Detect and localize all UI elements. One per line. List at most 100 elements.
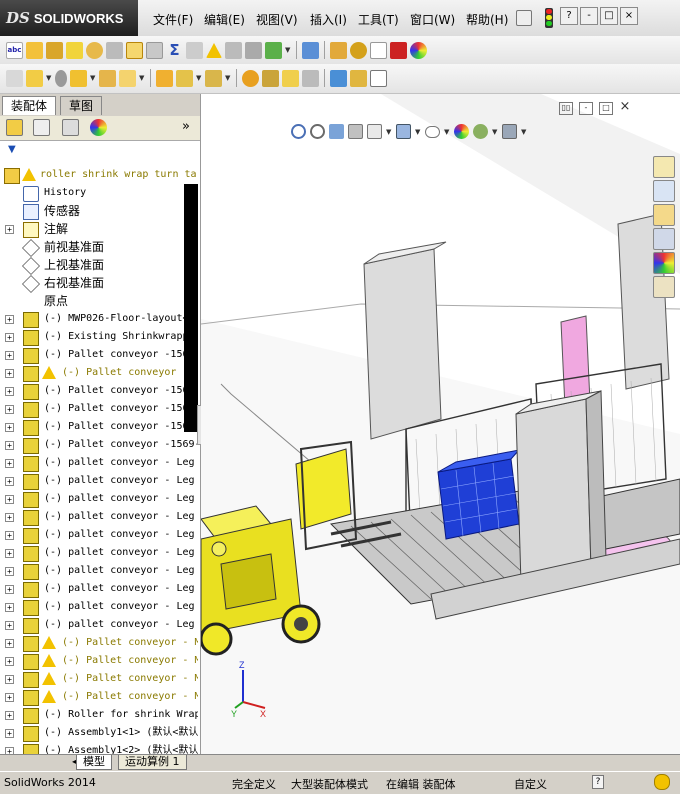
exploded-line-icon[interactable] — [282, 69, 299, 87]
section-properties-icon[interactable] — [66, 41, 83, 59]
tree-item[interactable]: 前视基准面 — [0, 238, 198, 258]
instant3d-icon[interactable] — [302, 69, 319, 87]
edit-appearance-icon[interactable] — [454, 124, 469, 139]
statistics-icon[interactable] — [106, 41, 123, 59]
status-help-button[interactable]: ? — [592, 775, 604, 789]
tree-item[interactable]: + (-) Pallet conveyor -1569- — [0, 346, 198, 364]
tree-item[interactable]: + (-) Existing Shrinkwrapper — [0, 328, 198, 346]
insert-component-icon[interactable] — [6, 69, 23, 87]
tree-item[interactable]: + 注解 — [0, 220, 198, 238]
expand-toggle-icon[interactable]: + — [5, 423, 14, 432]
tree-item[interactable]: + (-) Pallet conveyor -1569- — [0, 436, 198, 454]
tree-item[interactable]: + (-) pallet conveyor - Leg — [0, 490, 198, 508]
tree-item[interactable]: + (-) Pallet conveyor - M — [0, 688, 198, 706]
menu-edit[interactable]: 编辑(E) — [204, 11, 245, 28]
tree-item[interactable]: 传感器 — [0, 202, 198, 220]
spell-check-icon[interactable]: abc — [6, 41, 23, 59]
restore-button[interactable]: □ — [600, 7, 618, 25]
filter-icon[interactable]: ▼ — [8, 144, 16, 155]
tree-item[interactable]: + (-) Pallet conveyor - M — [0, 364, 198, 382]
chevron-down-icon[interactable]: ▼ — [90, 74, 96, 82]
expand-toggle-icon[interactable]: + — [5, 459, 14, 468]
custom-properties-icon[interactable] — [653, 276, 675, 298]
solidworks-logo[interactable]: DS SOLIDWORKS — [0, 0, 138, 36]
chevron-down-icon[interactable]: ▼ — [196, 74, 202, 82]
snapshot-icon[interactable] — [370, 69, 387, 87]
hole-alignment-icon[interactable] — [265, 41, 282, 59]
expand-toggle-icon[interactable]: + — [5, 477, 14, 486]
expand-toggle-icon[interactable]: + — [5, 729, 14, 738]
key-icon[interactable] — [654, 774, 670, 790]
expand-toggle-icon[interactable]: + — [5, 369, 14, 378]
display-style-icon[interactable] — [396, 124, 411, 139]
new-motion-study-icon[interactable] — [242, 69, 259, 87]
help-button[interactable]: ? — [560, 7, 578, 25]
chevron-down-icon[interactable]: ▼ — [521, 128, 527, 136]
view-restore-button[interactable]: □ — [599, 102, 613, 115]
menu-file[interactable]: 文件(F) — [153, 11, 193, 28]
menu-view[interactable]: 视图(V) — [256, 11, 298, 28]
tree-item[interactable]: History — [0, 184, 198, 202]
expand-toggle-icon[interactable]: + — [5, 711, 14, 720]
tree-item[interactable]: + (-) Pallet conveyor - M — [0, 634, 198, 652]
expand-toggle-icon[interactable]: + — [5, 585, 14, 594]
menu-insert[interactable]: 插入(I) — [310, 11, 347, 28]
expand-toggle-icon[interactable]: + — [5, 513, 14, 522]
geometry-analysis-icon[interactable] — [186, 41, 203, 59]
expand-toggle-icon[interactable]: + — [5, 333, 14, 342]
property-manager-icon[interactable] — [33, 119, 50, 136]
tree-item[interactable]: roller shrink wrap turn ta — [0, 166, 198, 184]
feature-manager-icon[interactable] — [6, 119, 23, 136]
tree-item[interactable]: + (-) Pallet conveyor -1569- — [0, 418, 198, 436]
apply-scene-icon[interactable] — [473, 124, 488, 139]
mass-properties-icon[interactable] — [46, 41, 63, 59]
mate-icon[interactable] — [302, 41, 319, 59]
large-assembly-icon[interactable] — [330, 69, 347, 87]
smart-fasteners-icon[interactable] — [330, 41, 347, 59]
expand-toggle-icon[interactable]: + — [5, 531, 14, 540]
chevron-down-icon[interactable]: ▼ — [386, 128, 392, 136]
tree-item[interactable]: + (-) Pallet conveyor -1569- — [0, 400, 198, 418]
warning-icon[interactable] — [206, 42, 222, 58]
previous-view-icon[interactable] — [329, 124, 344, 139]
view-settings-icon[interactable] — [502, 124, 517, 139]
tile-view-button[interactable]: ▯▯ — [559, 102, 573, 115]
tree-item[interactable]: + (-) pallet conveyor - Leg — [0, 508, 198, 526]
clearance-icon[interactable] — [245, 41, 262, 59]
tab-model[interactable]: 模型 — [76, 755, 112, 770]
status-custom-units[interactable]: 自定义 — [514, 776, 547, 792]
chevron-down-icon[interactable]: ▼ — [285, 46, 291, 54]
tree-item[interactable]: + (-) Assembly1<1> (默认<默认 — [0, 724, 198, 742]
tab-assembly[interactable]: 装配体 — [2, 96, 57, 115]
tree-item[interactable]: + (-) MWP026-Floor-layout<1> — [0, 310, 198, 328]
close-button[interactable]: × — [620, 7, 638, 25]
tree-item[interactable]: 原点 — [0, 292, 198, 310]
component-pattern-icon[interactable] — [70, 69, 87, 87]
tree-item[interactable]: + (-) Pallet conveyor -1569- — [0, 382, 198, 400]
minimize-button[interactable]: - — [580, 7, 598, 25]
tree-item[interactable]: + (-) pallet conveyor - Leg — [0, 580, 198, 598]
menu-window[interactable]: 窗口(W) — [410, 11, 455, 28]
expand-toggle-icon[interactable]: + — [5, 315, 14, 324]
tree-item[interactable]: + (-) pallet conveyor - Leg — [0, 544, 198, 562]
chevron-down-icon[interactable]: ▼ — [415, 128, 421, 136]
expand-toggle-icon[interactable]: + — [5, 225, 14, 234]
tree-item[interactable]: + (-) Assembly1<2> (默认<默认 — [0, 742, 198, 754]
exploded-view-icon[interactable] — [370, 41, 387, 59]
paperclip-icon[interactable] — [55, 69, 67, 87]
show-hidden-icon[interactable] — [156, 69, 173, 87]
expand-toggle-icon[interactable]: + — [5, 549, 14, 558]
bill-of-materials-icon[interactable] — [262, 69, 279, 87]
graphics-viewport[interactable]: ▯▯ - □ × ▼ ▼ ▼ ▼ ▼ Z X Y — [201, 94, 680, 754]
configuration-manager-icon[interactable] — [62, 119, 79, 136]
zoom-to-fit-icon[interactable] — [291, 124, 306, 139]
expand-toggle-icon[interactable]: + — [5, 693, 14, 702]
expand-toggle-icon[interactable]: + — [5, 567, 14, 576]
view-orientation-icon[interactable] — [367, 124, 382, 139]
check-sketch-icon[interactable] — [146, 41, 163, 59]
expand-toggle-icon[interactable]: + — [5, 405, 14, 414]
tree-item[interactable]: + (-) Pallet conveyor - M — [0, 670, 198, 688]
expand-toggle-icon[interactable]: + — [5, 441, 14, 450]
move-component-icon[interactable] — [99, 69, 116, 87]
menu-help[interactable]: 帮助(H) — [466, 11, 508, 28]
